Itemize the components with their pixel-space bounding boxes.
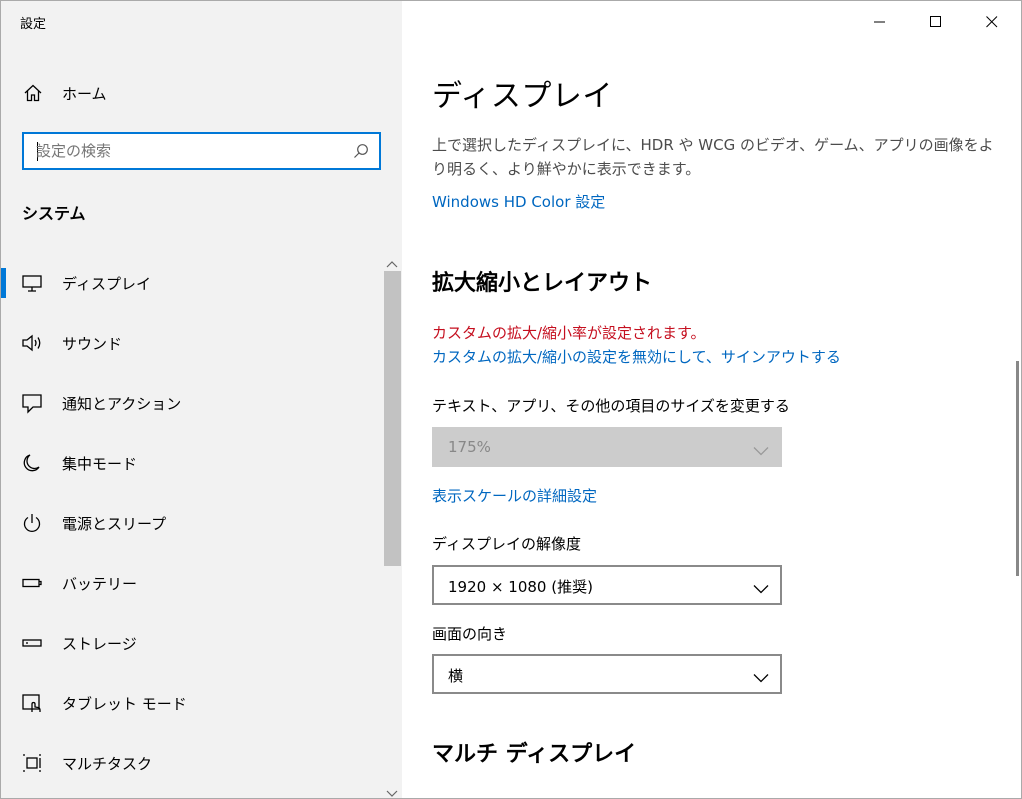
hdr-description: 上で選択したディスプレイに、HDR や WCG のビデオ、ゲーム、アプリの画像を… (432, 136, 994, 178)
minimize-button[interactable] (861, 9, 901, 35)
sidebar-item-home[interactable]: ホーム (1, 73, 402, 113)
moon-icon (21, 452, 43, 474)
close-button[interactable] (973, 9, 1013, 35)
sidebar-item-display[interactable]: ディスプレイ (1, 253, 381, 313)
multitask-icon (21, 752, 43, 774)
search-icon[interactable] (353, 143, 369, 159)
sidebar: 設定 ホーム システム (1, 1, 402, 798)
sidebar-item-power-sleep[interactable]: 電源とスリープ (1, 493, 381, 553)
orientation-dropdown-value: 横 (448, 667, 464, 685)
chevron-down-icon (753, 668, 769, 683)
sidebar-item-tablet-mode[interactable]: タブレット モード (1, 673, 381, 733)
sidebar-item-label: サウンド (62, 335, 123, 353)
resolution-label: ディスプレイの解像度 (432, 535, 581, 553)
maximize-button[interactable] (917, 9, 957, 35)
sidebar-item-battery[interactable]: バッテリー (1, 553, 381, 613)
sidebar-item-sound[interactable]: サウンド (1, 313, 381, 373)
disable-custom-scale-link[interactable]: カスタムの拡大/縮小の設定を無効にして、サインアウトする (432, 346, 841, 367)
monitor-icon (21, 272, 43, 294)
storage-icon (21, 632, 43, 654)
notification-icon (21, 392, 43, 414)
orientation-dropdown[interactable]: 横 (432, 654, 782, 694)
chevron-down-icon (753, 579, 769, 594)
app-title: 設定 (20, 17, 47, 32)
orientation-label: 画面の向き (432, 625, 508, 643)
scrollbar-thumb[interactable] (384, 271, 401, 566)
chevron-down-icon (753, 441, 769, 456)
page-title: ディスプレイ (432, 79, 613, 114)
sidebar-item-notifications[interactable]: 通知とアクション (1, 373, 381, 433)
multi-display-heading: マルチ ディスプレイ (432, 742, 637, 767)
home-label: ホーム (62, 85, 107, 103)
sidebar-item-multitasking[interactable]: マルチタスク (1, 733, 381, 793)
power-icon (21, 512, 43, 534)
resolution-dropdown[interactable]: 1920 × 1080 (推奨) (432, 565, 782, 605)
content-scrollbar[interactable] (1016, 361, 1019, 576)
sidebar-nav: ディスプレイ サウンド 通知とアクション 集中モード 電源とスリープ バッテリー… (1, 253, 381, 793)
sidebar-item-label: 集中モード (62, 455, 138, 473)
sidebar-item-storage[interactable]: ストレージ (1, 613, 381, 673)
sidebar-item-label: バッテリー (62, 575, 138, 593)
maximize-icon (930, 16, 941, 27)
advanced-scaling-link[interactable]: 表示スケールの詳細設定 (432, 485, 597, 506)
scale-dropdown-value: 175% (448, 438, 491, 456)
resolution-dropdown-value: 1920 × 1080 (推奨) (448, 578, 593, 596)
sidebar-item-focus-assist[interactable]: 集中モード (1, 433, 381, 493)
settings-window: 設定 ホーム システム (0, 0, 1022, 799)
search-box[interactable] (22, 132, 381, 170)
sidebar-item-label: 通知とアクション (62, 395, 182, 413)
active-indicator (1, 268, 6, 298)
custom-scale-warning: カスタムの拡大/縮小率が設定されます。 (432, 324, 706, 342)
section-heading: システム (22, 204, 86, 223)
hd-color-settings-link[interactable]: Windows HD Color 設定 (432, 191, 605, 212)
scale-layout-heading: 拡大縮小とレイアウト (432, 271, 653, 296)
sidebar-item-label: マルチタスク (62, 755, 153, 773)
scroll-up-arrow-icon[interactable] (386, 255, 398, 268)
close-icon (986, 16, 998, 28)
sidebar-item-label: 電源とスリープ (62, 515, 167, 533)
scale-dropdown: 175% (432, 427, 782, 467)
home-icon (23, 83, 43, 103)
sidebar-item-label: ストレージ (62, 635, 137, 653)
content-pane: ディスプレイ 上で選択したディスプレイに、HDR や WCG のビデオ、ゲーム、… (402, 1, 1021, 798)
minimize-icon (874, 21, 885, 23)
sidebar-scrollbar[interactable] (382, 251, 402, 798)
tablet-mode-icon (21, 692, 43, 714)
scroll-down-arrow-icon[interactable] (386, 783, 398, 797)
speaker-icon (21, 332, 43, 354)
size-change-label: テキスト、アプリ、その他の項目のサイズを変更する (432, 397, 790, 415)
sidebar-item-label: ディスプレイ (62, 275, 151, 293)
sidebar-item-label: タブレット モード (62, 695, 187, 713)
battery-icon (21, 572, 43, 594)
search-input[interactable] (36, 140, 336, 162)
